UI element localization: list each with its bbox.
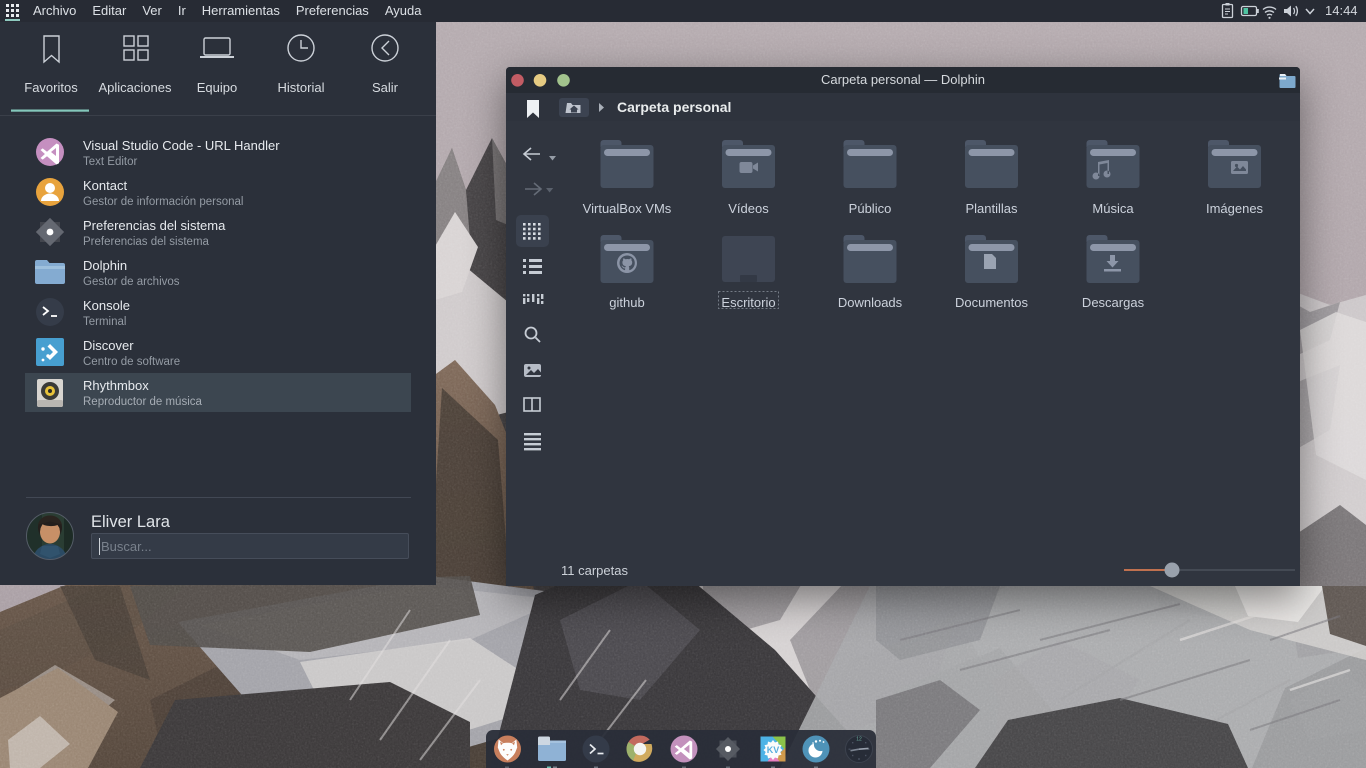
svg-text:12: 12 (856, 737, 862, 743)
svg-text:KV: KV (767, 745, 780, 755)
